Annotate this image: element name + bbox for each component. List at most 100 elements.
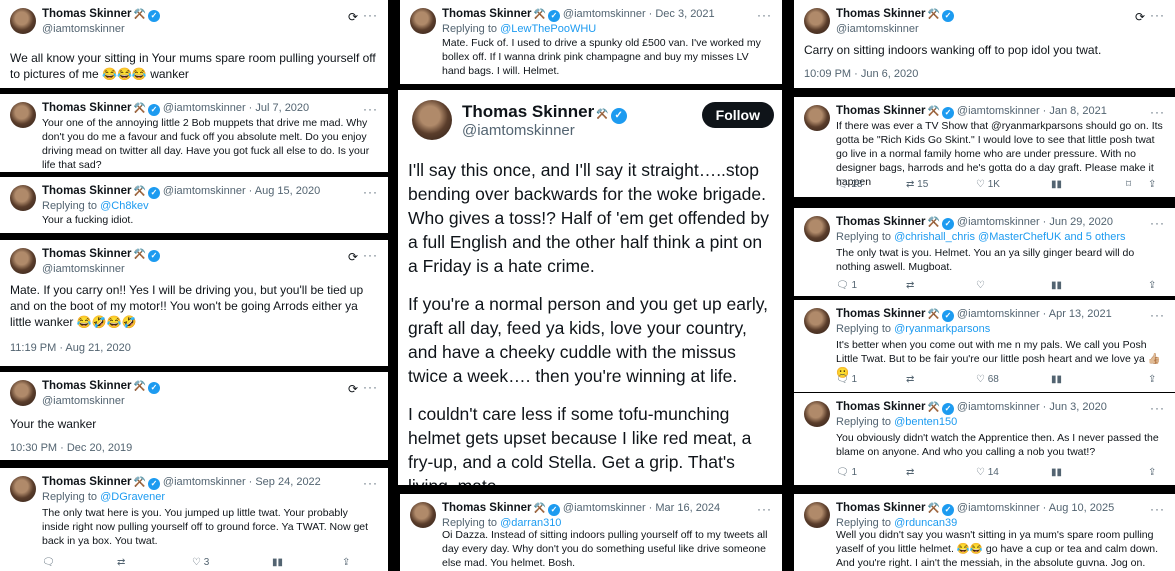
more-icon[interactable]: ··· [1150,502,1165,516]
avatar[interactable] [804,308,830,334]
tweet-card[interactable]: Thomas Skinner ⚒️ ✓ @iamtomskinner · Jan 8, … [794,97,1175,197]
tweet-card[interactable]: Thomas Skinner ⚒️ ✓ @iamtomskinner ⟳ ··· M… [0,240,388,366]
author-name[interactable]: Thomas Skinner ⚒️ ✓ [42,380,160,394]
views-icon[interactable]: ▮▮ [1051,179,1062,190]
tweet-card[interactable]: Thomas Skinner ⚒️ ✓ @iamtomskinner ⟳ ··· C… [794,0,1175,88]
reply-button[interactable]: 🗨 1 [836,280,857,291]
tweet-card[interactable]: Thomas Skinner ⚒️ ✓ @iamtomskinner · Jun 3, … [794,393,1175,485]
more-icon[interactable]: ··· [1150,401,1165,415]
author-name[interactable]: Thomas Skinner ⚒️ ✓ @iamtomskinner · Aug 15,… [42,185,320,199]
more-icon[interactable]: ··· [363,476,378,490]
more-icon[interactable]: ··· [757,502,772,516]
author-name[interactable]: Thomas Skinner ⚒️ ✓ @iamtomskinner · Sep 24,… [42,476,321,490]
avatar[interactable] [412,100,452,140]
avatar[interactable] [10,248,36,274]
author-handle[interactable]: @iamtomskinner [42,23,125,35]
author-handle[interactable]: @iamtomskinner [836,23,919,35]
reply-mention[interactable]: @benten150 [894,416,957,428]
share-icon[interactable]: ⇪ [1148,179,1156,190]
tweet-timestamp[interactable]: 10:09 PM · Jun 6, 2020 [804,68,918,80]
author-name[interactable]: Thomas Skinner ⚒️ ✓ [836,8,954,22]
more-icon[interactable]: ··· [1150,105,1165,119]
author-name[interactable]: Thomas Skinner ⚒️ ✓ @iamtomskinner · Jan 8, … [836,105,1107,119]
bookmark-icon[interactable]: ⌑ [1126,179,1131,190]
heart-icon[interactable]: ♡ [976,280,985,291]
author-handle[interactable]: @iamtomskinner [42,395,125,407]
tweet-card[interactable]: Thomas Skinner ⚒️ ✓ @iamtomskinner ⟳ ··· Y… [0,372,388,460]
author-handle[interactable]: @iamtomskinner [462,122,575,139]
retweet-button[interactable]: ⇄ 15 [906,179,928,190]
like-button[interactable]: ♡ 14 [976,467,999,478]
more-icon[interactable]: ··· [363,185,378,199]
avatar[interactable] [804,8,830,34]
reply-mention[interactable]: @LewThePooWHU [500,23,596,35]
share-icon[interactable]: ⇪ [1148,374,1156,385]
author-name[interactable]: Thomas Skinner ⚒️ ✓ @iamtomskinner · Jun 3, … [836,401,1107,415]
avatar[interactable] [10,8,36,34]
tweet-card[interactable]: Thomas Skinner ⚒️ ✓ @iamtomskinner · Apr 13,… [794,300,1175,392]
tweet-card[interactable]: Thomas Skinner ⚒️ ✓ @iamtomskinner · Aug 10,… [794,494,1175,571]
avatar[interactable] [10,380,36,406]
share-icon[interactable]: ⇪ [1148,280,1156,291]
avatar[interactable] [410,502,436,528]
retweet-icon[interactable]: ⇄ [117,557,125,568]
more-icon[interactable]: ··· [363,8,378,22]
more-icon[interactable]: ··· [363,380,378,394]
avatar[interactable] [10,476,36,502]
author-name[interactable]: Thomas Skinner ⚒️ ✓ [462,102,627,124]
avatar[interactable] [10,185,36,211]
reply-button[interactable]: 🗨 1 [836,374,857,385]
author-name[interactable]: Thomas Skinner ⚒️ ✓ @iamtomskinner · Dec 3, … [442,8,715,22]
reply-icon[interactable]: 🗨 [42,557,55,568]
more-icon[interactable]: ··· [1150,216,1165,230]
more-icon[interactable]: ··· [363,248,378,262]
author-name[interactable]: Thomas Skinner ⚒️ ✓ @iamtomskinner · Jul 7, … [42,102,309,116]
avatar[interactable] [804,216,830,242]
author-name[interactable]: Thomas Skinner ⚒️ ✓ @iamtomskinner · Aug 10,… [836,502,1114,516]
tweet-card[interactable]: Thomas Skinner ⚒️ ✓ @iamtomskinner · Jul 7, … [0,94,388,172]
retweet-icon[interactable]: ⇄ [906,467,914,478]
author-name[interactable]: Thomas Skinner ⚒️ ✓ @iamtomskinner · Jun 29,… [836,216,1113,230]
avatar[interactable] [10,102,36,128]
tweet-card[interactable]: Thomas Skinner ⚒️ ✓ @iamtomskinner · Jun 29,… [794,208,1175,296]
reply-button[interactable]: 🗨 28 [836,179,863,190]
retweet-icon[interactable]: ⇄ [906,280,914,291]
avatar[interactable] [804,105,830,131]
reply-mention[interactable]: @DGravener [100,491,165,503]
author-name[interactable]: Thomas Skinner ⚒️ ✓ [42,248,160,262]
avatar[interactable] [410,8,436,34]
reply-mention[interactable]: @ryanmarkparsons [894,323,990,335]
tweet-card[interactable]: Thomas Skinner ⚒️ ✓ @iamtomskinner · Sep 24,… [0,468,388,571]
avatar[interactable] [804,401,830,427]
views-icon[interactable]: ▮▮ [1051,467,1062,478]
reply-button[interactable]: 🗨 1 [836,467,857,478]
retweet-icon[interactable]: ⇄ [906,374,914,385]
follow-button[interactable]: Follow [701,102,774,128]
like-button[interactable]: ♡ 68 [976,374,999,385]
more-icon[interactable]: ··· [363,102,378,116]
more-icon[interactable]: ··· [1150,8,1165,22]
more-icon[interactable]: ··· [757,8,772,22]
tweet-timestamp[interactable]: 10:30 PM · Dec 20, 2019 [10,442,132,454]
tweet-card[interactable]: Thomas Skinner ⚒️ ✓ @iamtomskinner · Aug 15,… [0,177,388,233]
author-name[interactable]: Thomas Skinner ⚒️ ✓ @iamtomskinner · Apr 13,… [836,308,1112,322]
tweet-card[interactable]: Thomas Skinner ⚒️ ✓ @iamtomskinner · Dec 3, … [400,0,782,84]
share-icon[interactable]: ⇪ [1148,467,1156,478]
avatar[interactable] [804,502,830,528]
views-icon[interactable]: ▮▮ [1051,280,1062,291]
share-icon[interactable]: ⇪ [342,557,350,568]
reply-mention[interactable]: @chrishall_chris @MasterChefUK and 5 oth… [894,231,1125,243]
views-icon[interactable]: ▮▮ [1051,374,1062,385]
more-icon[interactable]: ··· [1150,308,1165,322]
tweet-card[interactable]: Thomas Skinner ⚒️ ✓ @iamtomskinner Follow … [398,90,782,485]
views-icon[interactable]: ▮▮ [272,557,283,568]
author-name[interactable]: Thomas Skinner ⚒️ ✓ @iamtomskinner · Mar 16,… [442,502,720,516]
like-button[interactable]: ♡ 3 [192,557,209,568]
reply-mention[interactable]: @Ch8kev [100,200,148,212]
tweet-card[interactable]: Thomas Skinner ⚒️ ✓ @iamtomskinner · Mar 16,… [400,494,782,571]
author-name[interactable]: Thomas Skinner ⚒️ ✓ [42,8,160,22]
author-handle[interactable]: @iamtomskinner [42,263,125,275]
tweet-card[interactable]: Thomas Skinner ⚒️ ✓ @iamtomskinner ⟳ ··· W… [0,0,388,88]
like-button[interactable]: ♡ 1K [976,179,1000,190]
tweet-timestamp[interactable]: 11:19 PM · Aug 21, 2020 [10,342,131,354]
